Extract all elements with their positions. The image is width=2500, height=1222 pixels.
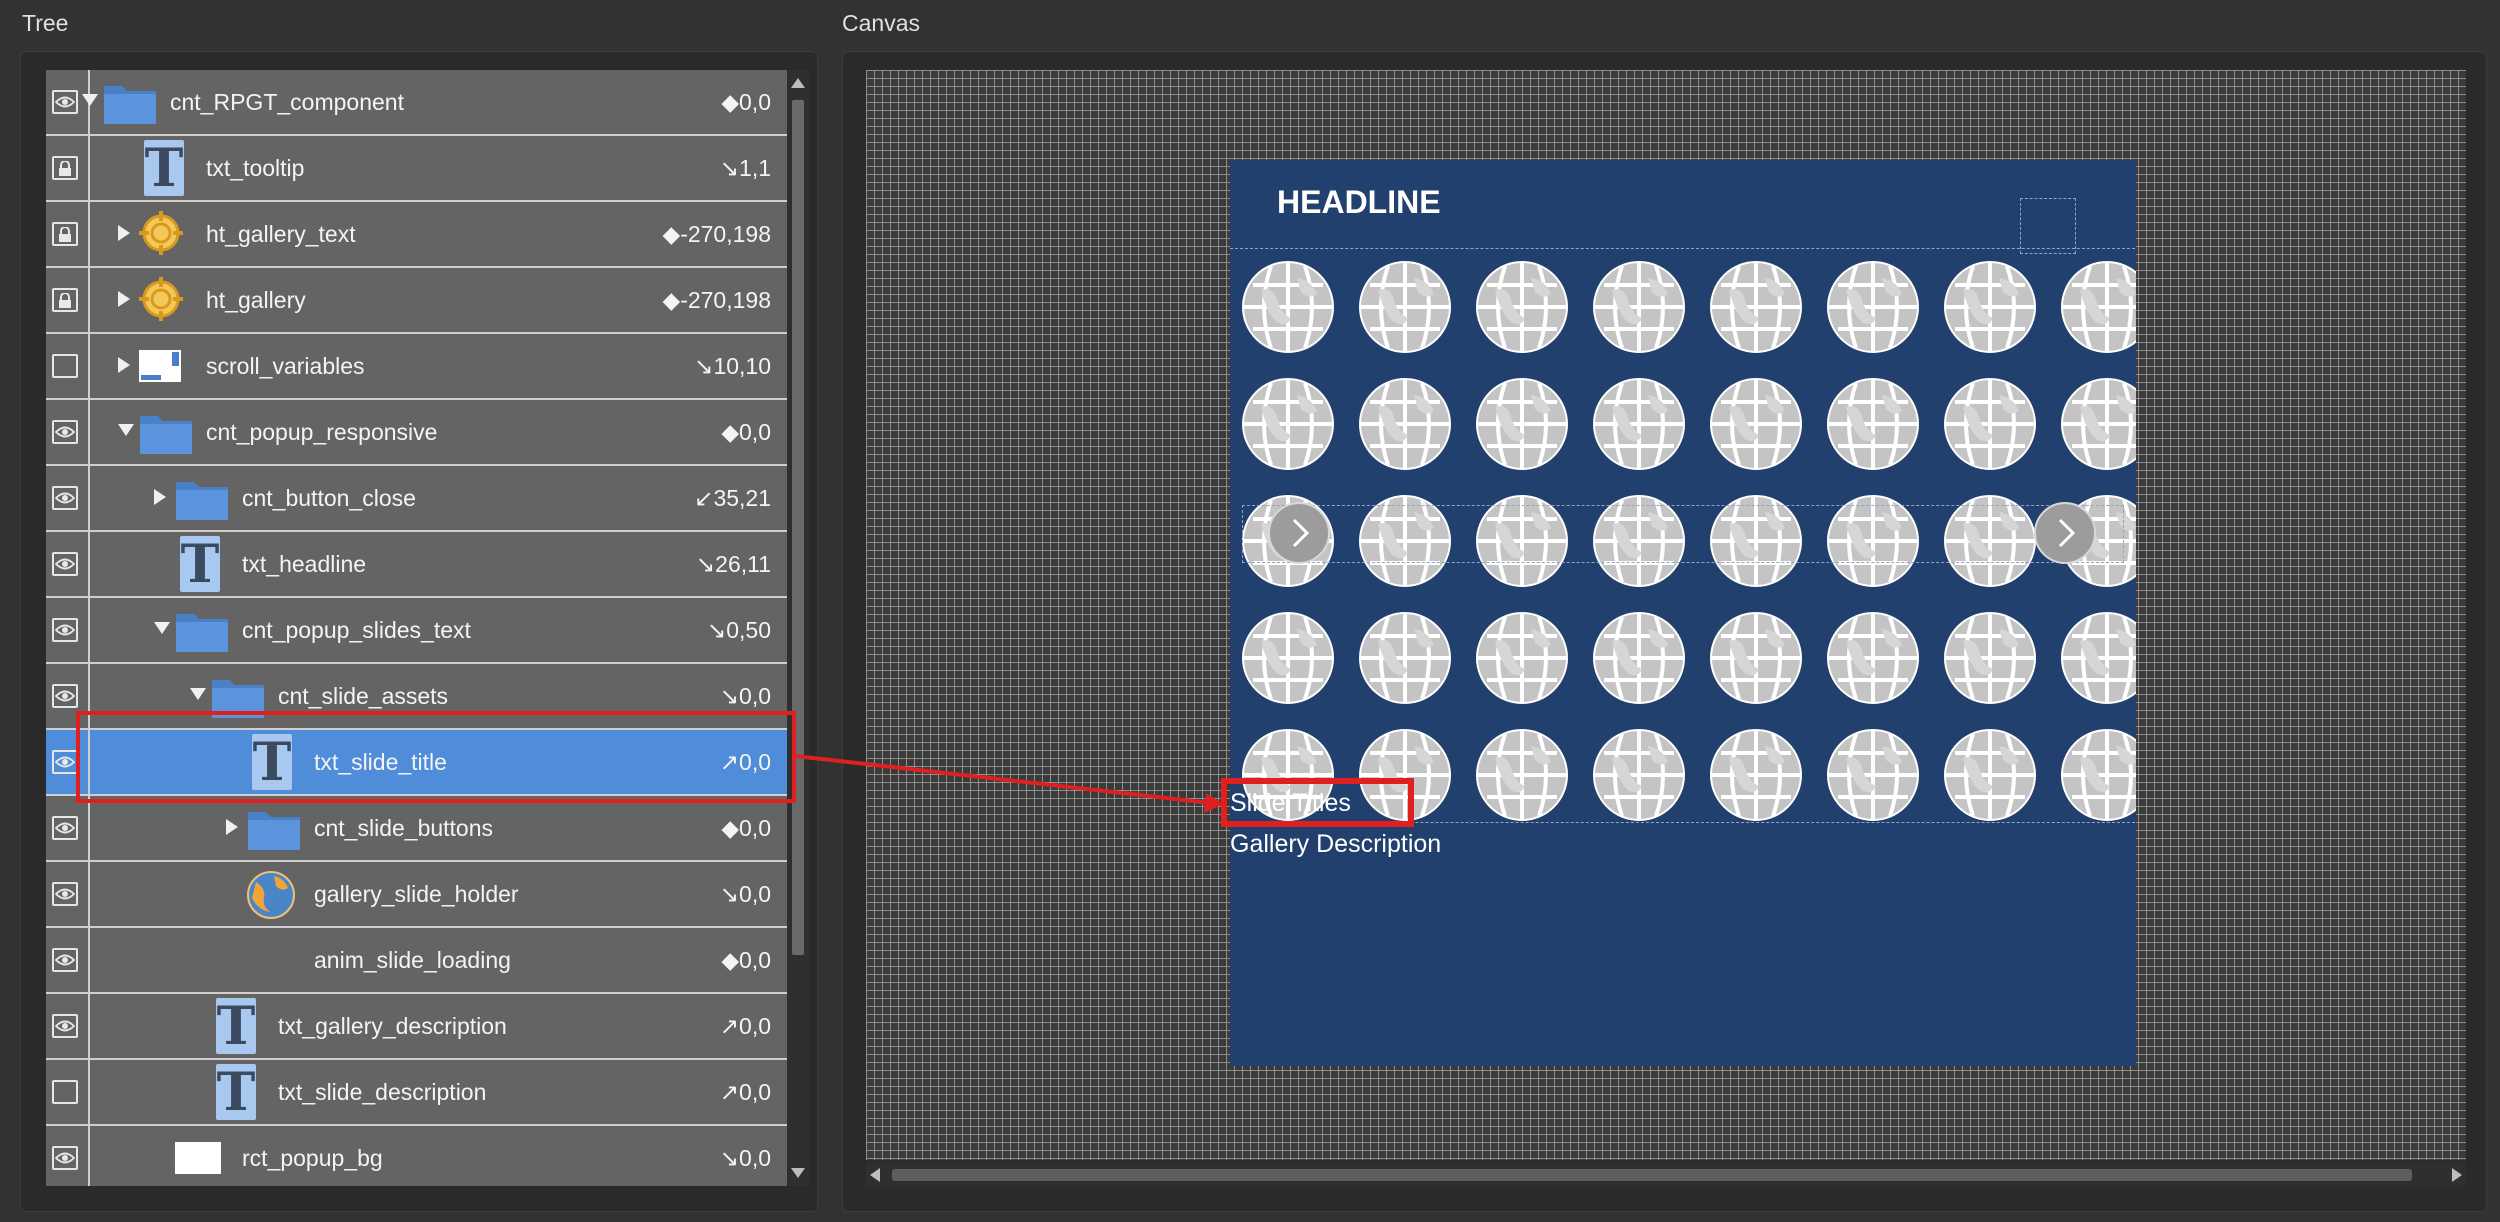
canvas-scrollbar-thumb[interactable] <box>892 1169 2412 1181</box>
canvas-horizontal-scrollbar[interactable] <box>866 1163 2466 1187</box>
connector-arrow-line <box>794 754 1211 805</box>
canvas-scrollbar-track <box>870 1168 2462 1182</box>
tree-selection-highlight <box>76 711 796 803</box>
selection-highlight-overlay <box>76 711 1414 827</box>
canvas-selection-highlight <box>1221 778 1414 827</box>
